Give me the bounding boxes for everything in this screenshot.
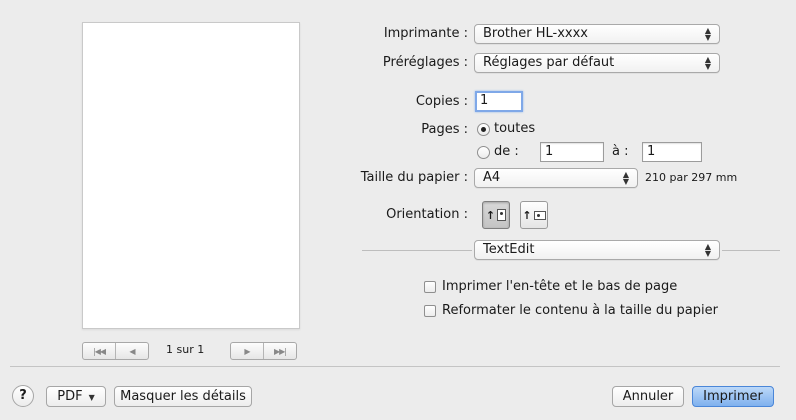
section-value: TextEdit <box>483 242 535 257</box>
header-footer-label: Imprimer l'en-tête et le bas de page <box>442 279 678 294</box>
preview-nav-back-group: |◀◀ ◀ <box>82 342 149 360</box>
first-page-button[interactable]: |◀◀ <box>83 343 115 359</box>
copies-field[interactable]: 1 <box>475 91 523 112</box>
presets-label: Préréglages : <box>382 55 468 70</box>
printer-value: Brother HL-xxxx <box>483 26 588 41</box>
pages-from-field[interactable]: 1 <box>540 142 604 162</box>
page-counter: 1 sur 1 <box>166 343 205 356</box>
pages-all-label: toutes <box>494 121 536 136</box>
pdf-menu-button[interactable]: PDF ▼ <box>46 386 106 407</box>
portrait-page-icon <box>497 209 507 221</box>
rewrap-checkbox[interactable] <box>424 305 436 317</box>
bottom-separator <box>10 366 780 367</box>
last-page-button[interactable]: ▶▶| <box>263 343 296 359</box>
portrait-arrow-icon: ↑ <box>485 208 496 222</box>
popup-arrows-icon: ▲ ▼ <box>704 55 711 71</box>
paper-size-value: A4 <box>483 170 501 185</box>
popup-arrows-icon: ▲ ▼ <box>704 242 711 258</box>
section-divider-left <box>362 250 472 251</box>
landscape-arrow-icon: ↑ <box>522 208 532 222</box>
rewrap-label: Reformater le contenu à la taille du pap… <box>442 303 718 318</box>
header-footer-checkbox[interactable] <box>424 281 436 293</box>
cancel-button[interactable]: Annuler <box>612 386 684 407</box>
popup-arrows-icon: ▲ ▼ <box>704 26 711 42</box>
presets-value: Réglages par défaut <box>483 55 615 70</box>
presets-popup[interactable]: Réglages par défaut ▲ ▼ <box>474 53 720 73</box>
print-preview-page <box>82 22 300 329</box>
section-popup[interactable]: TextEdit ▲ ▼ <box>474 240 720 260</box>
popup-arrows-icon: ▲ ▼ <box>622 170 629 186</box>
paper-size-label: Taille du papier : <box>360 170 468 185</box>
print-button[interactable]: Imprimer <box>692 386 774 407</box>
orientation-portrait-button[interactable]: ↑ <box>482 201 510 229</box>
pages-from-label: de : <box>494 144 519 159</box>
previous-page-button[interactable]: ◀ <box>115 343 148 359</box>
pages-label: Pages : <box>421 122 468 137</box>
help-button[interactable]: ? <box>12 385 34 407</box>
orientation-landscape-button[interactable]: ↑ <box>520 201 548 229</box>
pages-to-label: à : <box>612 144 629 159</box>
next-page-button[interactable]: ▶ <box>231 343 263 359</box>
paper-dimensions: 210 par 297 mm <box>645 171 738 184</box>
pages-to-field[interactable]: 1 <box>642 142 702 162</box>
hide-details-button[interactable]: Masquer les détails <box>114 386 252 407</box>
section-divider-right <box>722 250 780 251</box>
printer-popup[interactable]: Brother HL-xxxx ▲ ▼ <box>474 24 720 44</box>
pdf-label: PDF <box>57 389 83 404</box>
pages-range-radio[interactable] <box>477 146 490 159</box>
paper-size-popup[interactable]: A4 ▲ ▼ <box>474 168 638 188</box>
pages-all-radio[interactable] <box>477 123 490 136</box>
printer-label: Imprimante : <box>383 26 468 41</box>
preview-nav-forward-group: ▶ ▶▶| <box>230 342 297 360</box>
landscape-page-icon <box>533 210 546 220</box>
copies-label: Copies : <box>415 94 468 109</box>
chevron-down-icon: ▼ <box>88 393 95 402</box>
orientation-label: Orientation : <box>386 207 468 222</box>
